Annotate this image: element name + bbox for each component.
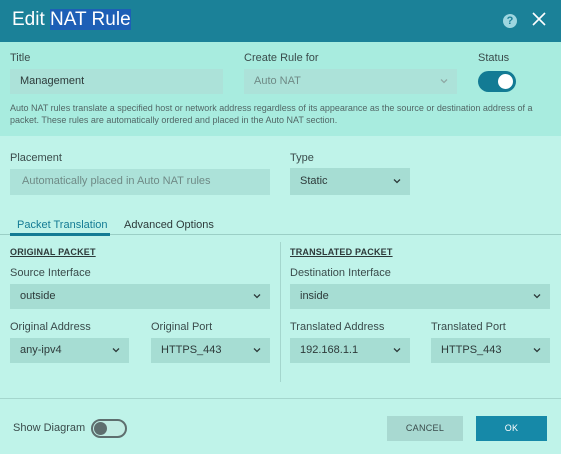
active-tab-indicator xyxy=(10,233,110,236)
source-interface-label: Source Interface xyxy=(10,267,91,279)
source-interface-select[interactable]: outside xyxy=(10,284,270,309)
original-port-value: HTTPS_443 xyxy=(161,344,222,356)
chevron-down-icon xyxy=(112,348,120,353)
placement-label: Placement xyxy=(10,152,62,164)
chevron-down-icon xyxy=(533,348,541,353)
dialog-title-prefix: Edit xyxy=(12,9,51,30)
help-icon[interactable]: ? xyxy=(503,14,517,28)
title-label: Title xyxy=(10,52,31,64)
translated-packet-heading: TRANSLATED PACKET xyxy=(290,247,393,257)
tab-packet-translation[interactable]: Packet Translation xyxy=(17,219,108,232)
close-icon[interactable] xyxy=(530,10,548,28)
translated-port-select[interactable]: HTTPS_443 xyxy=(431,338,550,363)
destination-interface-label: Destination Interface xyxy=(290,267,391,279)
tab-advanced-options[interactable]: Advanced Options xyxy=(124,219,214,232)
dialog-titlebar: Edit NAT Rule ? xyxy=(0,0,561,42)
title-input-value: Management xyxy=(20,75,85,87)
footer-divider xyxy=(0,398,561,399)
type-label: Type xyxy=(290,152,314,164)
packet-divider xyxy=(280,242,281,382)
translated-address-label: Translated Address xyxy=(290,321,385,333)
create-rule-label: Create Rule for xyxy=(244,52,319,64)
chevron-down-icon xyxy=(253,348,261,353)
show-diagram-label: Show Diagram xyxy=(13,422,86,434)
chevron-down-icon xyxy=(393,179,401,184)
original-address-label: Original Address xyxy=(10,321,91,333)
chevron-down-icon xyxy=(393,348,401,353)
source-interface-value: outside xyxy=(20,290,56,302)
chevron-down-icon xyxy=(440,79,448,84)
status-toggle[interactable] xyxy=(478,71,516,92)
dialog-title-highlight: NAT Rule xyxy=(50,9,131,30)
create-rule-select[interactable]: Auto NAT xyxy=(244,69,457,94)
original-address-select[interactable]: any-ipv4 xyxy=(10,338,129,363)
original-address-value: any-ipv4 xyxy=(20,344,62,356)
placement-field: Automatically placed in Auto NAT rules xyxy=(10,169,270,195)
ok-button[interactable]: OK xyxy=(476,416,547,441)
placement-value: Automatically placed in Auto NAT rules xyxy=(22,175,211,187)
status-label: Status xyxy=(478,52,510,64)
title-input[interactable]: Management xyxy=(10,69,223,94)
translated-port-label: Translated Port xyxy=(431,321,506,333)
dialog-title: Edit NAT Rule xyxy=(12,8,131,32)
destination-interface-value: inside xyxy=(300,290,329,302)
chevron-down-icon xyxy=(253,294,261,299)
auto-nat-description: Auto NAT rules translate a specified hos… xyxy=(10,103,533,125)
show-diagram-toggle-knob xyxy=(94,422,107,435)
status-toggle-knob xyxy=(498,74,513,89)
show-diagram-toggle[interactable] xyxy=(91,419,127,438)
translated-port-value: HTTPS_443 xyxy=(441,344,502,356)
original-port-label: Original Port xyxy=(151,321,213,333)
cancel-button[interactable]: CANCEL xyxy=(387,416,463,441)
edit-nat-rule-dialog: Edit NAT Rule ? Title Management Create … xyxy=(0,0,561,454)
destination-interface-select[interactable]: inside xyxy=(290,284,550,309)
type-value: Static xyxy=(300,175,328,187)
original-port-select[interactable]: HTTPS_443 xyxy=(151,338,270,363)
create-rule-value: Auto NAT xyxy=(254,75,301,87)
original-packet-heading: ORIGINAL PACKET xyxy=(10,247,96,257)
chevron-down-icon xyxy=(533,294,541,299)
type-select[interactable]: Static xyxy=(290,168,410,195)
translated-address-value: 192.168.1.1 xyxy=(300,344,359,356)
translated-address-select[interactable]: 192.168.1.1 xyxy=(290,338,410,363)
